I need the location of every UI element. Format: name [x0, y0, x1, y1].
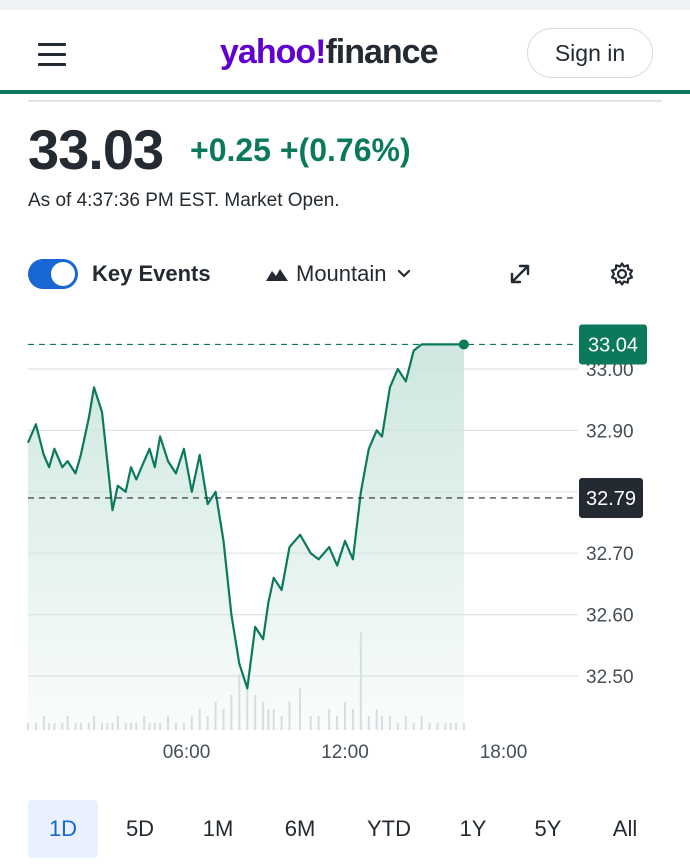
y-tick-label: 32.50	[586, 667, 634, 688]
current-price-badge: 33.04	[579, 324, 647, 365]
logo-finance: finance	[325, 33, 438, 71]
y-tick-label: 32.60	[586, 606, 634, 627]
menu-icon[interactable]	[36, 41, 68, 67]
x-tick-label: 18:00	[480, 742, 528, 763]
range-all[interactable]: All	[597, 800, 653, 858]
price-area	[28, 344, 464, 730]
gear-icon[interactable]	[609, 261, 635, 287]
range-ytd[interactable]: YTD	[356, 800, 422, 858]
x-tick-label: 12:00	[321, 742, 369, 763]
sign-in-button[interactable]: Sign in	[527, 28, 653, 78]
quote-price: 33.03	[28, 118, 164, 181]
chevron-down-icon	[397, 269, 410, 278]
key-events-toggle[interactable]	[28, 259, 78, 289]
yahoo-finance-logo[interactable]: yahoo!finance	[220, 32, 439, 72]
range-5y[interactable]: 5Y	[520, 800, 576, 858]
logo-yahoo: yahoo!	[220, 33, 326, 71]
current-price-dot	[458, 339, 469, 350]
app-header: yahoo!finance Sign in	[0, 10, 690, 94]
key-events-label: Key Events	[92, 261, 211, 286]
x-tick-label: 06:00	[163, 742, 211, 763]
toggle-knob	[51, 262, 75, 286]
current-price-label: 33.04	[588, 334, 638, 356]
range-selector: 1D 5D 1M 6M YTD 1Y 5Y All	[28, 800, 662, 858]
range-1d[interactable]: 1D	[28, 800, 98, 858]
mountain-icon	[266, 269, 288, 281]
y-tick-label: 32.90	[586, 421, 634, 442]
expand-icon[interactable]	[508, 262, 532, 286]
previous-close-badge: 32.79	[579, 477, 643, 518]
range-1y[interactable]: 1Y	[445, 800, 501, 858]
quote-timestamp: As of 4:37:36 PM EST. Market Open.	[28, 190, 340, 211]
chart-type-select[interactable]: Mountain	[266, 258, 419, 290]
header-accent-bar	[0, 90, 690, 94]
range-1m[interactable]: 1M	[190, 800, 246, 858]
previous-close-label: 32.79	[586, 488, 636, 510]
y-tick-label: 32.70	[586, 544, 634, 565]
divider	[28, 100, 662, 102]
range-6m[interactable]: 6M	[272, 800, 328, 858]
range-5d[interactable]: 5D	[112, 800, 168, 858]
price-chart[interactable]: 33.0032.9032.7032.6032.50 06:00 12:00 18:0…	[0, 300, 690, 780]
status-strip	[0, 0, 690, 10]
quote-change: +0.25 +(0.76%)	[190, 132, 411, 168]
chart-type-label: Mountain	[296, 261, 387, 286]
